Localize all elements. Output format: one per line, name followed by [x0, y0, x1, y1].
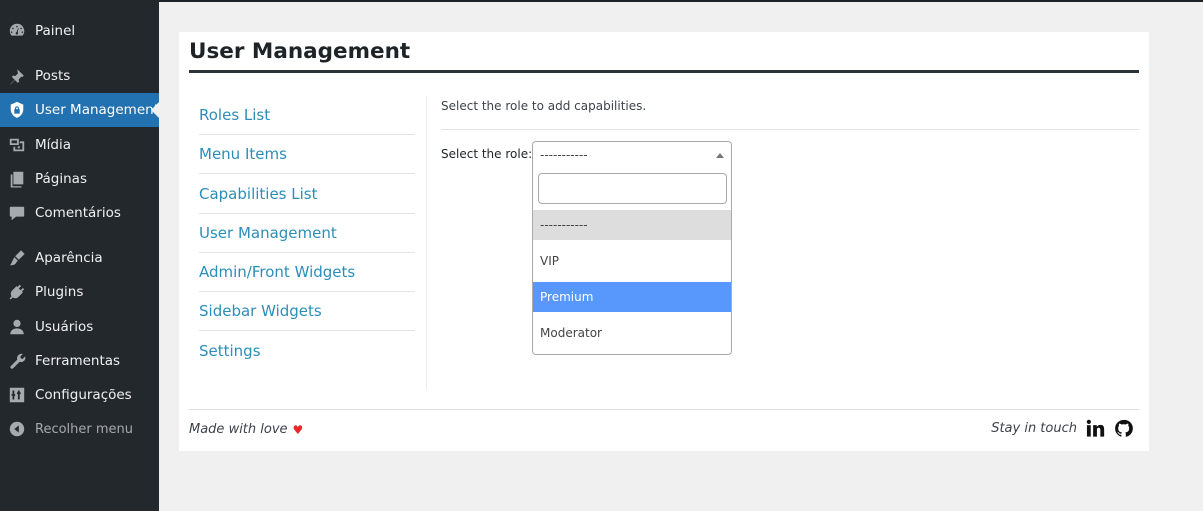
media-icon [8, 136, 26, 154]
dropdown-option[interactable]: VIP [533, 246, 731, 276]
sidebar-item-user-management[interactable]: User Management [0, 93, 159, 127]
wrench-icon [8, 352, 26, 370]
plugin-card: User Management Roles List Menu Items Ca… [179, 32, 1149, 451]
sidebar-item-aparencia[interactable]: Aparência [0, 241, 159, 275]
footer-credit: Made with love ♥ [189, 422, 303, 437]
nav-link-user-management[interactable]: User Management [199, 214, 415, 253]
sidebar-item-usuarios[interactable]: Usuários [0, 310, 159, 344]
sidebar-item-ferramentas[interactable]: Ferramentas [0, 344, 159, 378]
footer-social-text: Stay in touch [991, 420, 1077, 436]
settings-icon [8, 386, 26, 404]
dropdown-option[interactable]: Moderator [533, 318, 731, 348]
pin-icon [8, 67, 26, 85]
sidebar-item-posts[interactable]: Posts [0, 59, 159, 93]
sidebar-item-painel[interactable]: Painel [0, 14, 159, 48]
section-divider [441, 129, 1139, 130]
nav-link-sidebar-widgets[interactable]: Sidebar Widgets [199, 292, 415, 331]
dropdown-option[interactable]: Premium [533, 282, 731, 312]
top-border [159, 0, 1203, 2]
github-icon[interactable] [1113, 418, 1133, 438]
sidebar-item-label: Recolher menu [35, 421, 134, 437]
dropdown-search-input[interactable] [538, 173, 727, 204]
sidebar-item-configuracoes[interactable]: Configurações [0, 378, 159, 412]
caret-up-icon [716, 153, 724, 158]
sidebar-item-midia[interactable]: Mídia [0, 128, 159, 162]
sidebar-item-label: Comentários [35, 205, 121, 221]
role-select[interactable]: ----------- [532, 141, 732, 169]
role-select-label: Select the role: [441, 147, 533, 161]
title-divider [189, 70, 1139, 73]
instruction-text: Select the role to add capabilities. [441, 99, 647, 113]
sidebar-item-label: Ferramentas [35, 353, 121, 369]
nav-link-admin-front-widgets[interactable]: Admin/Front Widgets [199, 253, 415, 292]
sidebar-item-label: Aparência [35, 250, 103, 266]
page-icon [8, 170, 26, 188]
plugin-icon [8, 283, 26, 301]
sidebar-item-label: Mídia [35, 137, 71, 153]
sidebar-item-label: Usuários [35, 319, 94, 335]
collapse-icon [8, 420, 26, 438]
footer-credit-text: Made with love [189, 422, 288, 437]
footer-divider [189, 409, 1139, 410]
footer-social: Stay in touch [991, 418, 1133, 438]
nav-link-settings[interactable]: Settings [199, 331, 415, 370]
linkedin-icon[interactable] [1085, 418, 1105, 438]
shield-icon [8, 101, 26, 119]
page-title: User Management [189, 39, 411, 64]
heart-icon: ♥ [292, 422, 304, 437]
dropdown-option[interactable]: ----------- [533, 210, 731, 240]
role-select-value: ----------- [540, 148, 588, 162]
nav-link-capabilities-list[interactable]: Capabilities List [199, 175, 415, 214]
sidebar-item-label: Posts [35, 68, 71, 84]
sidebar-item-label: Configurações [35, 387, 132, 403]
user-icon [8, 318, 26, 336]
content-divider [426, 96, 427, 389]
sidebar-collapse-menu[interactable]: Recolher menu [0, 412, 159, 446]
sidebar-item-label: User Management [35, 102, 159, 118]
nav-link-roles-list[interactable]: Roles List [199, 96, 415, 135]
sidebar-item-comentarios[interactable]: Comentários [0, 196, 159, 230]
dashboard-icon [8, 22, 26, 40]
sidebar-item-plugins[interactable]: Plugins [0, 275, 159, 309]
sidebar-item-label: Painel [35, 23, 76, 39]
nav-link-menu-items[interactable]: Menu Items [199, 135, 415, 174]
sidebar-item-label: Plugins [35, 284, 84, 300]
comment-icon [8, 204, 26, 222]
admin-sidebar: Painel Posts User Management Mídia Págin… [0, 0, 159, 511]
sidebar-item-paginas[interactable]: Páginas [0, 162, 159, 196]
sidebar-item-label: Páginas [35, 171, 87, 187]
brush-icon [8, 249, 26, 267]
role-dropdown: ----------- VIP Premium Moderator [532, 168, 732, 355]
